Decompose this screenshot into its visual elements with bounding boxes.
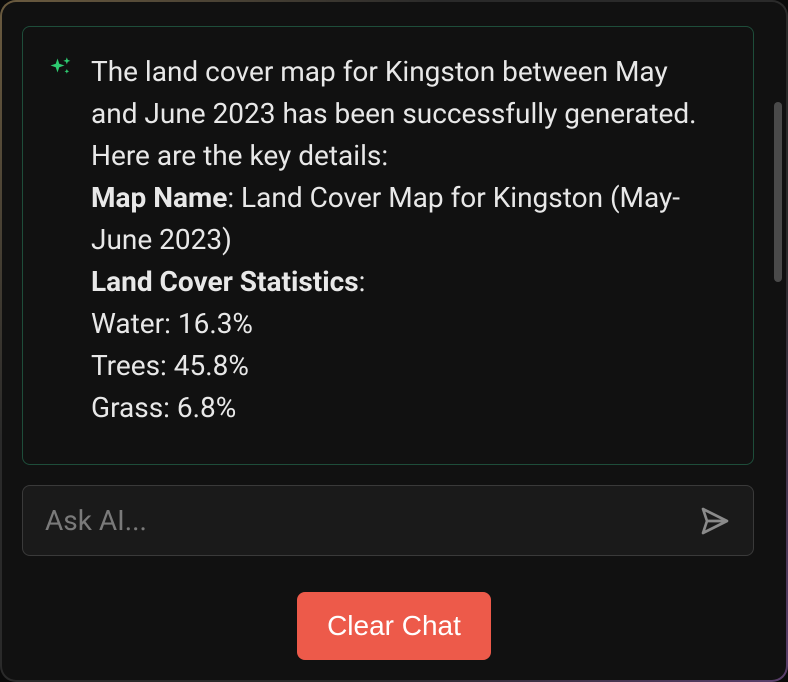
scrollbar-thumb[interactable] [774, 102, 782, 282]
send-icon[interactable] [699, 505, 731, 537]
sparkle-icon [47, 55, 75, 83]
clear-chat-button[interactable]: Clear Chat [297, 592, 491, 660]
message-stats-heading: Land Cover Statistics: [91, 261, 717, 303]
chat-input-container[interactable]: Ask AI... [22, 485, 754, 556]
stats-colon: : [359, 265, 366, 298]
stat-grass: Grass: 6.8% [91, 387, 717, 429]
message-intro: The land cover map for Kingston between … [91, 51, 717, 177]
stats-label: Land Cover Statistics [91, 265, 359, 298]
app-frame: The land cover map for Kingston between … [0, 0, 788, 682]
stat-trees: Trees: 45.8% [91, 345, 717, 387]
ai-message-content: The land cover map for Kingston between … [91, 51, 717, 429]
map-name-label: Map Name [91, 181, 227, 214]
chat-panel: The land cover map for Kingston between … [2, 2, 786, 680]
ai-message-row: The land cover map for Kingston between … [47, 51, 717, 429]
message-map-name: Map Name: Land Cover Map for Kingston (M… [91, 177, 717, 261]
stat-water: Water: 16.3% [91, 303, 717, 345]
chat-input-placeholder: Ask AI... [45, 504, 699, 537]
ai-message-container: The land cover map for Kingston between … [22, 26, 754, 465]
